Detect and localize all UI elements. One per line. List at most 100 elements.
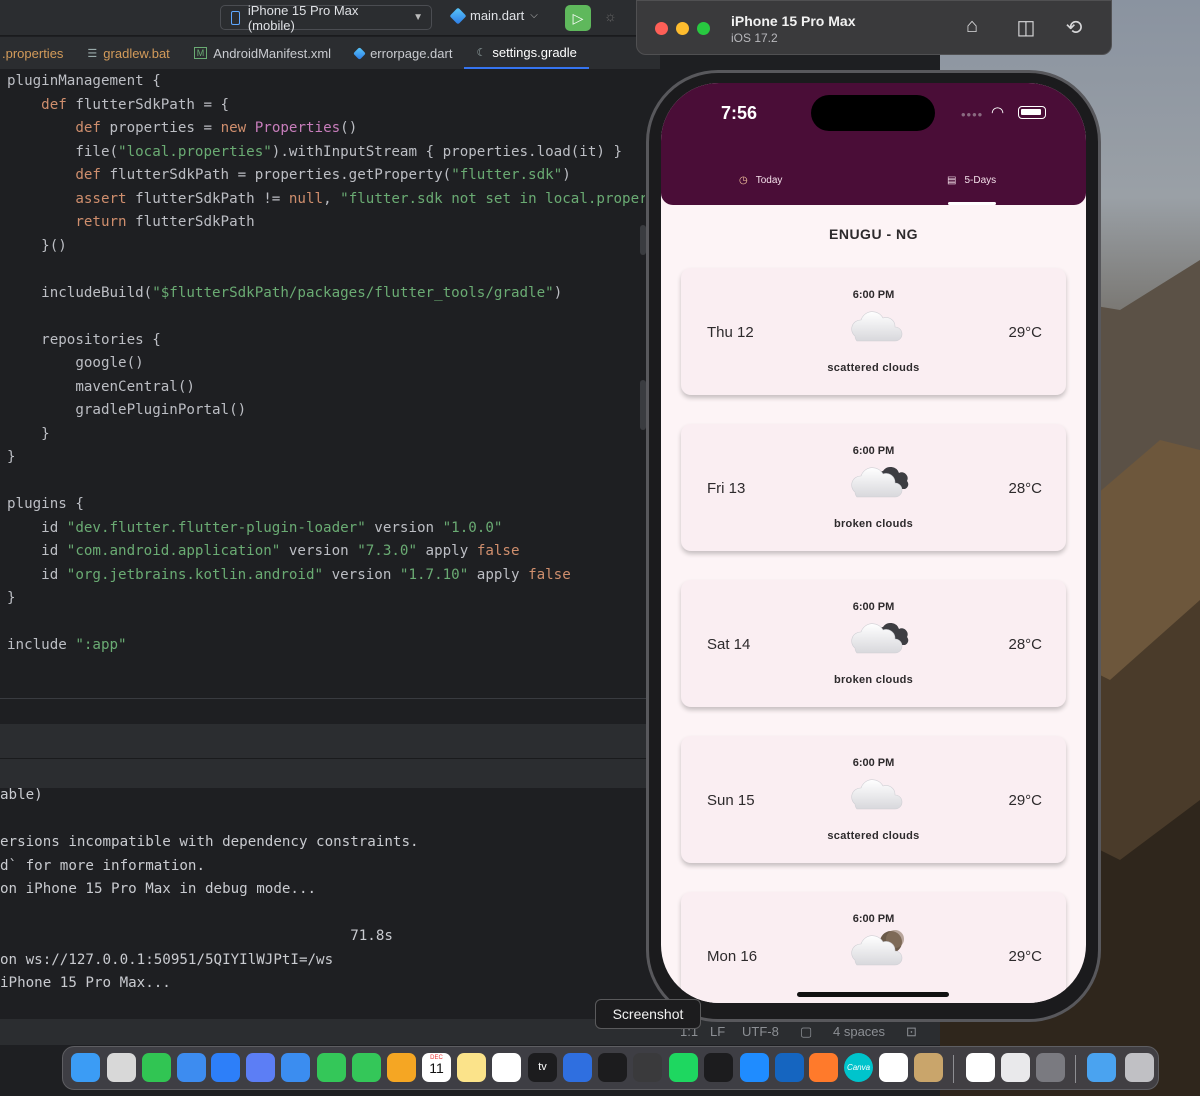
spotify-icon[interactable]	[669, 1053, 698, 1082]
code-line[interactable]	[7, 258, 645, 282]
finder-icon[interactable]	[71, 1053, 100, 1082]
zoom-button[interactable]	[697, 22, 710, 35]
code-token: pluginManagement {	[7, 73, 161, 89]
code-line[interactable]: id "dev.flutter.flutter-plugin-loader" v…	[7, 517, 645, 541]
xcode-instruments-icon[interactable]	[211, 1053, 240, 1082]
textedit-icon[interactable]	[966, 1053, 995, 1082]
tab-5-days[interactable]: ▤ 5-Days	[947, 175, 996, 186]
chevron-down-icon: ▼	[413, 12, 423, 23]
close-button[interactable]	[655, 22, 668, 35]
code-line[interactable]: }()	[7, 235, 645, 259]
code-token: def	[75, 120, 101, 136]
notes-icon[interactable]	[457, 1053, 486, 1082]
code-line[interactable]: }	[7, 423, 645, 447]
code-line[interactable]	[7, 305, 645, 329]
tab-gradlew-bat[interactable]: ☰ gradlew.bat	[75, 37, 181, 69]
tab-android-manifest[interactable]: M AndroidManifest.xml	[182, 37, 343, 69]
code-line[interactable]: def flutterSdkPath = properties.getPrope…	[7, 164, 645, 188]
line-separator[interactable]: LF	[710, 1024, 725, 1039]
apple-tv-icon[interactable]: tv	[528, 1053, 557, 1082]
code-line[interactable]: include ":app"	[7, 634, 645, 658]
code-line[interactable]: assert flutterSdkPath != null, "flutter.…	[7, 188, 645, 212]
folder-icon[interactable]	[1087, 1053, 1116, 1082]
archive-icon[interactable]	[914, 1053, 943, 1082]
code-editor[interactable]: pluginManagement { def flutterSdkPath = …	[0, 70, 645, 698]
code-line[interactable]: }	[7, 587, 645, 611]
console-line: ersions incompatible with dependency con…	[0, 834, 419, 850]
code-line[interactable]: }	[7, 446, 645, 470]
device-selector[interactable]: iPhone 15 Pro Max (mobile) ▼	[220, 2, 432, 33]
tab-settings-gradle[interactable]: ☾ settings.gradle	[464, 37, 589, 69]
whatsapp-icon[interactable]	[142, 1053, 171, 1082]
messages-icon[interactable]	[352, 1053, 381, 1082]
screenshot-icon[interactable]	[633, 1053, 662, 1082]
chess-icon[interactable]	[107, 1053, 136, 1082]
indent-setting[interactable]: 4 spaces	[833, 1024, 885, 1039]
code-line[interactable]: mavenCentral()	[7, 376, 645, 400]
forecast-card[interactable]: 6:00 PM Thu 12 29°C scattered clouds	[681, 268, 1066, 395]
lock-icon[interactable]: ⊡	[906, 1024, 917, 1040]
mail-icon[interactable]	[281, 1053, 310, 1082]
outlook-icon[interactable]	[775, 1053, 804, 1082]
minimize-button[interactable]	[676, 22, 689, 35]
code-line[interactable]: file("local.properties").withInputStream…	[7, 141, 645, 165]
home-icon[interactable]: ⌂	[959, 15, 985, 41]
code-line[interactable]	[7, 470, 645, 494]
forecast-card[interactable]: 6:00 PM Sun 15 29°C scattered clouds	[681, 736, 1066, 863]
code-token: }()	[7, 237, 67, 254]
tab-today[interactable]: ◷ Today	[739, 175, 782, 186]
font-book-icon[interactable]	[1001, 1053, 1030, 1082]
trash-icon[interactable]	[1125, 1053, 1154, 1082]
code-line[interactable]: repositories {	[7, 329, 645, 353]
code-token: Properties	[254, 120, 341, 136]
debug-icon[interactable]: ☼	[604, 8, 617, 24]
code-token: "flutter.sdk not set in local.properti	[340, 190, 645, 207]
run-config-selector[interactable]: main.dart ⌵	[449, 7, 538, 24]
code-line[interactable]: return flutterSdkPath	[7, 211, 645, 235]
tab-errorpage-dart[interactable]: errorpage.dart	[343, 37, 464, 69]
code-line[interactable]	[7, 611, 645, 635]
forecast-card[interactable]: 6:00 PM Sat 14 28°C broken clouds	[681, 580, 1066, 707]
code-token: apply	[417, 543, 477, 559]
canva-icon[interactable]: Canva	[844, 1053, 873, 1082]
forecast-card[interactable]: 6:00 PM Mon 16 29°C	[681, 892, 1066, 1003]
code-token: version	[323, 566, 400, 583]
file-encoding[interactable]: UTF-8	[742, 1024, 779, 1039]
rotate-icon[interactable]: ⟲	[1061, 15, 1087, 41]
infuse-icon[interactable]	[809, 1053, 838, 1082]
code-line[interactable]: plugins {	[7, 493, 645, 517]
code-line[interactable]: def flutterSdkPath = {	[7, 94, 645, 118]
code-line[interactable]: def properties = new Properties()	[7, 117, 645, 141]
forecast-card[interactable]: 6:00 PM Fri 13 28°C broken clouds	[681, 424, 1066, 551]
run-console[interactable]: able) ersions incompatible with dependenc…	[0, 784, 650, 1019]
terminal-icon[interactable]	[598, 1053, 627, 1082]
screenshot-icon[interactable]: ◫	[1013, 15, 1039, 41]
home-indicator[interactable]	[797, 992, 949, 997]
app-bar: 7:56 •••• ◠ ◷ Today ▤ 5-Days	[661, 83, 1086, 205]
photos-icon[interactable]	[387, 1053, 416, 1082]
device-selector-label: iPhone 15 Pro Max (mobile)	[247, 2, 359, 33]
run-button[interactable]: ▷	[565, 5, 591, 31]
code-line[interactable]: pluginManagement {	[7, 70, 645, 94]
system-preferences-icon[interactable]	[1036, 1053, 1065, 1082]
code-line[interactable]: gradlePluginPortal()	[7, 399, 645, 423]
figma-icon[interactable]	[704, 1053, 733, 1082]
calendar-icon[interactable]: DEC 11	[422, 1053, 451, 1082]
xcode-icon[interactable]	[246, 1053, 275, 1082]
app-store-icon[interactable]	[740, 1053, 769, 1082]
dynamic-island	[811, 95, 935, 131]
freeform-icon[interactable]	[492, 1053, 521, 1082]
flutter-icon	[449, 7, 467, 24]
code-token: )	[553, 284, 563, 301]
tab-properties[interactable]: .properties	[0, 37, 75, 69]
safari-icon[interactable]	[177, 1053, 206, 1082]
code-line[interactable]: includeBuild("$flutterSdkPath/packages/f…	[7, 282, 645, 306]
code-line[interactable]: google()	[7, 352, 645, 376]
code-line[interactable]: id "com.android.application" version "7.…	[7, 540, 645, 564]
code-line[interactable]: id "org.jetbrains.kotlin.android" versio…	[7, 564, 645, 588]
xcode-build-icon[interactable]	[563, 1053, 592, 1082]
chrome-icon[interactable]	[879, 1053, 908, 1082]
facetime-icon[interactable]	[317, 1053, 346, 1082]
code-token: flutterSdkPath !=	[126, 190, 289, 207]
